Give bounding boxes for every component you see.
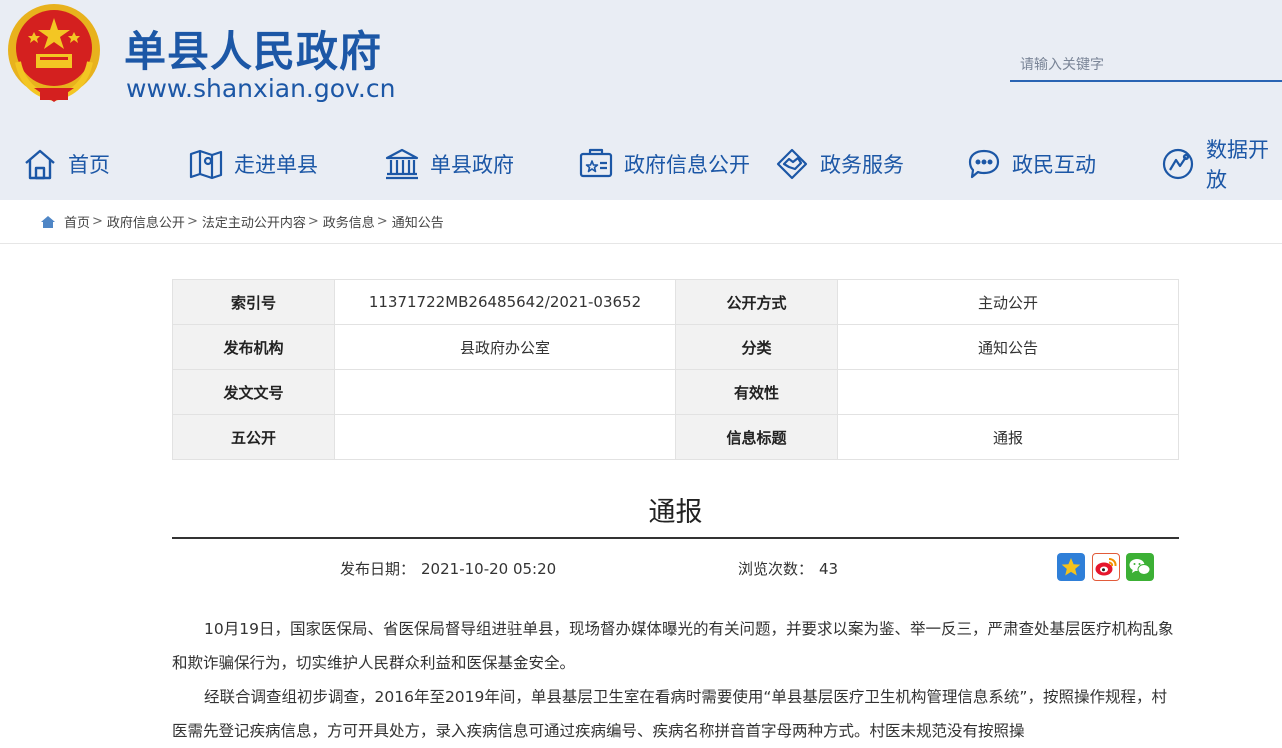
index-number-value: 11371722MB26485642/2021-03652 — [334, 279, 676, 325]
breadcrumb-separator: > — [307, 214, 319, 229]
five-disclosures-label: 五公开 — [172, 414, 335, 460]
nav-label: 单县政府 — [430, 153, 514, 177]
government-building-icon — [385, 148, 419, 180]
issuing-agency-value: 县政府办公室 — [334, 324, 676, 370]
info-title-value: 通报 — [837, 414, 1179, 460]
nav-label: 政府信息公开 — [624, 153, 750, 177]
nav-label: 政务服务 — [820, 153, 904, 177]
document-number-label: 发文文号 — [172, 369, 335, 415]
nav-item-county-government[interactable]: 单县政府 — [384, 138, 514, 190]
document-number-value — [334, 369, 676, 415]
issuing-agency-label: 发布机构 — [172, 324, 335, 370]
article-title: 通报 — [648, 497, 703, 528]
table-row: 发文文号 有效性 — [172, 369, 1179, 415]
breadcrumb-statutory-content[interactable]: 法定主动公开内容 — [202, 212, 306, 231]
nav-label: 首页 — [68, 153, 110, 177]
table-row: 发布机构 县政府办公室 分类 通知公告 — [172, 324, 1179, 370]
nav-item-info-disclosure[interactable]: 政府信息公开 — [578, 138, 750, 190]
category-label: 分类 — [675, 324, 838, 370]
breadcrumb-home[interactable]: 首页 — [64, 212, 90, 231]
search-input[interactable] — [1020, 57, 1270, 73]
home-icon — [25, 149, 55, 180]
publish-date: 发布日期： 2021-10-20 05:20 — [340, 558, 556, 579]
table-row: 五公开 信息标题 通报 — [172, 414, 1179, 460]
article-paragraph: 经联合调查组初步调查，2016年至2019年间，单县基层卫生室在看病时需要使用“… — [172, 688, 1167, 740]
index-number-label: 索引号 — [172, 279, 335, 325]
disclosure-method-value: 主动公开 — [837, 279, 1179, 325]
breadcrumb: 首页 > 政府信息公开 > 法定主动公开内容 > 政务信息 > 通知公告 — [0, 200, 1282, 244]
nav-item-gov-services[interactable]: 政务服务 — [774, 138, 904, 190]
site-header: 单县人民政府 www.shanxian.gov.cn 首页 走进单县 — [0, 0, 1282, 200]
nav-label: 政民互动 — [1012, 153, 1096, 177]
breadcrumb-info-disclosure[interactable]: 政府信息公开 — [107, 212, 185, 231]
view-count-label: 浏览次数： — [738, 560, 814, 578]
national-emblem-icon — [8, 4, 100, 102]
map-icon — [189, 149, 223, 180]
table-row: 索引号 11371722MB26485642/2021-03652 公开方式 主… — [172, 279, 1179, 325]
publish-date-value: 2021-10-20 05:20 — [421, 560, 557, 578]
share-star-icon[interactable] — [1057, 553, 1085, 581]
breadcrumb-separator: > — [186, 214, 198, 229]
category-value: 通知公告 — [837, 324, 1179, 370]
view-count: 浏览次数： 43 — [738, 558, 838, 579]
validity-label: 有效性 — [675, 369, 838, 415]
handshake-icon — [776, 148, 808, 180]
document-info-table: 索引号 11371722MB26485642/2021-03652 公开方式 主… — [172, 279, 1179, 460]
search-box — [1010, 50, 1282, 82]
site-title[interactable]: 单县人民政府 — [124, 18, 382, 79]
home-icon — [41, 215, 55, 228]
breadcrumb-separator: > — [376, 214, 388, 229]
validity-value — [837, 369, 1179, 415]
five-disclosures-value — [334, 414, 676, 460]
info-title-label: 信息标题 — [675, 414, 838, 460]
breadcrumb-separator: > — [92, 214, 103, 229]
title-divider — [172, 537, 1179, 539]
article-paragraph: 10月19日，国家医保局、省医保局督导组进驻单县，现场督办媒体曝光的有关问题，并… — [172, 620, 1174, 672]
nav-item-home[interactable]: 首页 — [22, 138, 110, 190]
nav-label: 数据开放 — [1206, 138, 1269, 192]
nav-item-about-county[interactable]: 走进单县 — [188, 138, 318, 190]
main-nav: 首页 走进单县 单县政府 政府信息公开 政务服务 政民互动 数据开放 — [0, 138, 1282, 192]
chat-icon — [968, 149, 1000, 179]
data-open-icon — [1162, 148, 1194, 180]
view-count-value: 43 — [819, 560, 839, 578]
weibo-icon[interactable] — [1092, 553, 1120, 581]
wechat-icon[interactable] — [1126, 553, 1154, 581]
info-board-icon — [579, 148, 613, 178]
site-url[interactable]: www.shanxian.gov.cn — [126, 74, 395, 103]
breadcrumb-notices[interactable]: 通知公告 — [392, 212, 444, 231]
nav-label: 走进单县 — [234, 153, 318, 177]
nav-item-open-data[interactable]: 数据开放 — [1160, 138, 1282, 192]
disclosure-method-label: 公开方式 — [675, 279, 838, 325]
nav-item-interaction[interactable]: 政民互动 — [966, 138, 1096, 190]
breadcrumb-gov-affairs[interactable]: 政务信息 — [323, 212, 375, 231]
publish-date-label: 发布日期： — [340, 560, 416, 578]
